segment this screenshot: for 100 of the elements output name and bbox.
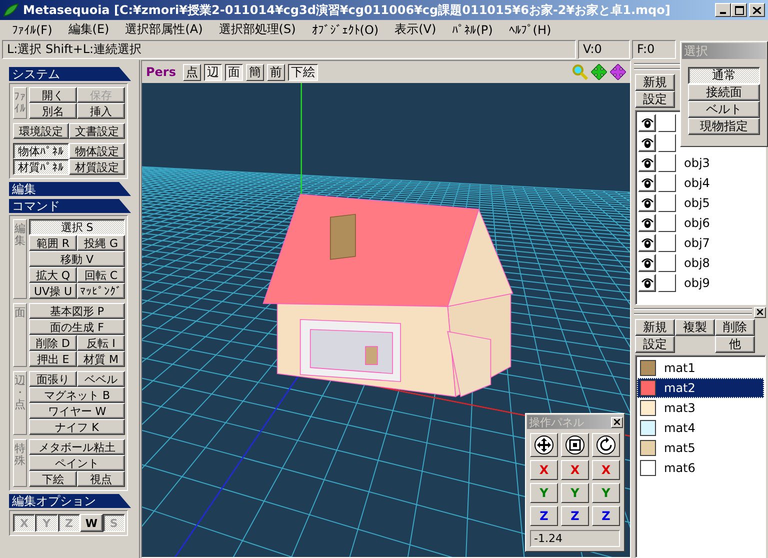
menu-item[interactable]: ﾌｧｲﾙ(F) bbox=[4, 22, 60, 36]
selection-mode-button[interactable]: 通常 bbox=[688, 67, 760, 84]
move-tool-button[interactable] bbox=[530, 433, 558, 457]
command-button[interactable]: ワイヤー W bbox=[29, 403, 125, 419]
command-button[interactable]: ペイント bbox=[29, 455, 125, 471]
visibility-toggle[interactable] bbox=[638, 194, 656, 212]
command-button[interactable]: 回転 C bbox=[77, 267, 125, 283]
lock-toggle[interactable] bbox=[658, 114, 676, 132]
material-item[interactable]: mat4 bbox=[637, 418, 764, 438]
section-header[interactable]: システム bbox=[9, 67, 131, 81]
display-toggle[interactable]: 点 bbox=[183, 64, 201, 80]
menu-item[interactable]: ｵﾌﾞｼﾞｪｸﾄ(O) bbox=[304, 22, 387, 36]
command-button[interactable]: 基本図形 P bbox=[29, 303, 125, 319]
visibility-toggle[interactable] bbox=[638, 154, 656, 172]
lock-toggle[interactable] bbox=[658, 234, 676, 252]
close-button[interactable] bbox=[749, 3, 765, 17]
command-button[interactable]: 下絵 bbox=[29, 471, 77, 487]
command-button[interactable]: 開く bbox=[29, 87, 77, 103]
material-item[interactable]: mat6 bbox=[637, 458, 764, 478]
command-button[interactable]: 範囲 R bbox=[29, 235, 77, 251]
object-button[interactable]: 新規 bbox=[635, 74, 675, 91]
material-button[interactable]: 新規 bbox=[635, 319, 675, 336]
material-button[interactable]: 削除 bbox=[715, 319, 755, 336]
display-toggle[interactable]: 面 bbox=[225, 64, 243, 80]
material-item[interactable]: mat2 bbox=[637, 378, 764, 398]
menu-item[interactable]: 選択部処理(S) bbox=[210, 21, 304, 38]
scale-tool-button[interactable] bbox=[561, 433, 589, 457]
value-field[interactable]: -1.24 bbox=[530, 530, 620, 547]
material-button[interactable]: 設定 bbox=[635, 336, 675, 353]
command-button[interactable]: 挿入 bbox=[77, 103, 125, 119]
command-button[interactable]: 投縄 G bbox=[77, 235, 125, 251]
command-button[interactable]: 物体設定 bbox=[69, 143, 125, 159]
command-button[interactable]: 反転 I bbox=[77, 335, 125, 351]
command-button[interactable]: 面の生成 F bbox=[29, 319, 125, 335]
command-button[interactable]: 移動 V bbox=[29, 251, 125, 267]
object-name[interactable]: obj9 bbox=[684, 276, 710, 290]
minimize-button[interactable] bbox=[715, 3, 731, 17]
command-button[interactable]: 削除 D bbox=[29, 335, 77, 351]
display-toggle[interactable]: 下絵 bbox=[288, 64, 318, 80]
visibility-toggle[interactable] bbox=[638, 254, 656, 272]
command-button[interactable]: ﾏｯﾋﾟﾝｸﾞ bbox=[77, 283, 125, 299]
object-name[interactable]: obj5 bbox=[684, 196, 710, 210]
object-name[interactable]: obj3 bbox=[684, 156, 710, 170]
material-item[interactable]: mat1 bbox=[637, 358, 764, 378]
display-toggle[interactable]: 前 bbox=[267, 64, 285, 80]
visibility-toggle[interactable] bbox=[638, 234, 656, 252]
lock-toggle[interactable] bbox=[658, 274, 676, 292]
command-button[interactable]: 押出 E bbox=[29, 351, 77, 367]
command-button[interactable]: 面張り bbox=[29, 371, 77, 387]
section-header[interactable]: 編集 bbox=[9, 182, 131, 196]
material-button[interactable]: 複製 bbox=[675, 319, 715, 336]
axis-button[interactable]: Z bbox=[530, 506, 558, 526]
visibility-toggle[interactable] bbox=[638, 114, 656, 132]
lock-toggle[interactable] bbox=[658, 174, 676, 192]
command-button[interactable]: UV操 U bbox=[29, 283, 77, 299]
rotate-tool-button[interactable] bbox=[592, 433, 620, 457]
3d-viewport[interactable] bbox=[142, 83, 630, 557]
panel-grip[interactable] bbox=[634, 309, 752, 315]
menu-item[interactable]: 編集(E) bbox=[60, 21, 118, 38]
lock-toggle[interactable] bbox=[658, 134, 676, 152]
command-button[interactable]: 材質ﾊﾟﾈﾙ bbox=[13, 159, 69, 175]
lock-toggle[interactable] bbox=[658, 214, 676, 232]
display-toggle[interactable]: 簡 bbox=[246, 64, 264, 80]
command-button[interactable]: 文書設定 bbox=[69, 123, 125, 139]
lock-toggle[interactable] bbox=[658, 154, 676, 172]
selection-mode-button[interactable]: 接続面 bbox=[688, 84, 760, 101]
material-button[interactable]: 他 bbox=[715, 336, 755, 353]
command-button[interactable]: 材質設定 bbox=[69, 159, 125, 175]
command-button[interactable]: ベベル bbox=[77, 371, 125, 387]
command-button[interactable]: W bbox=[80, 514, 103, 532]
menu-item[interactable]: 選択部属性(A) bbox=[117, 21, 211, 38]
command-button[interactable]: 物体ﾊﾟﾈﾙ bbox=[13, 143, 69, 159]
command-button[interactable]: ナイフ K bbox=[29, 419, 125, 435]
visibility-toggle[interactable] bbox=[638, 214, 656, 232]
material-item[interactable]: mat5 bbox=[637, 438, 764, 458]
close-button[interactable] bbox=[754, 306, 766, 318]
axis-button[interactable]: Z bbox=[561, 506, 589, 526]
section-header[interactable]: 編集オプション bbox=[9, 494, 131, 508]
object-name[interactable]: obj8 bbox=[684, 256, 710, 270]
command-button[interactable]: 選択 S bbox=[29, 219, 125, 235]
command-button[interactable]: 視点 bbox=[77, 471, 125, 487]
axis-button[interactable]: Z bbox=[592, 506, 620, 526]
lock-toggle[interactable] bbox=[658, 194, 676, 212]
visibility-toggle[interactable] bbox=[638, 134, 656, 152]
menu-item[interactable]: ﾍﾙﾌﾟ(H) bbox=[500, 22, 560, 36]
menu-item[interactable]: ﾊﾟﾈﾙ(P) bbox=[444, 22, 501, 36]
object-name[interactable]: obj4 bbox=[684, 176, 710, 190]
command-button[interactable]: 環境設定 bbox=[13, 123, 69, 139]
command-button[interactable]: 別名 bbox=[29, 103, 77, 119]
display-toggle[interactable]: 辺 bbox=[204, 64, 222, 80]
object-button[interactable]: 設定 bbox=[635, 91, 675, 108]
command-button[interactable]: メタボール粘土 bbox=[29, 439, 125, 455]
material-item[interactable]: mat3 bbox=[637, 398, 764, 418]
visibility-toggle[interactable] bbox=[638, 274, 656, 292]
selection-mode-button[interactable]: ベルト bbox=[688, 101, 760, 118]
object-name[interactable]: obj7 bbox=[684, 236, 710, 250]
command-button[interactable]: マグネット B bbox=[29, 387, 125, 403]
section-header[interactable]: コマンド bbox=[9, 199, 131, 213]
lock-toggle[interactable] bbox=[658, 254, 676, 272]
close-button[interactable] bbox=[611, 416, 623, 428]
